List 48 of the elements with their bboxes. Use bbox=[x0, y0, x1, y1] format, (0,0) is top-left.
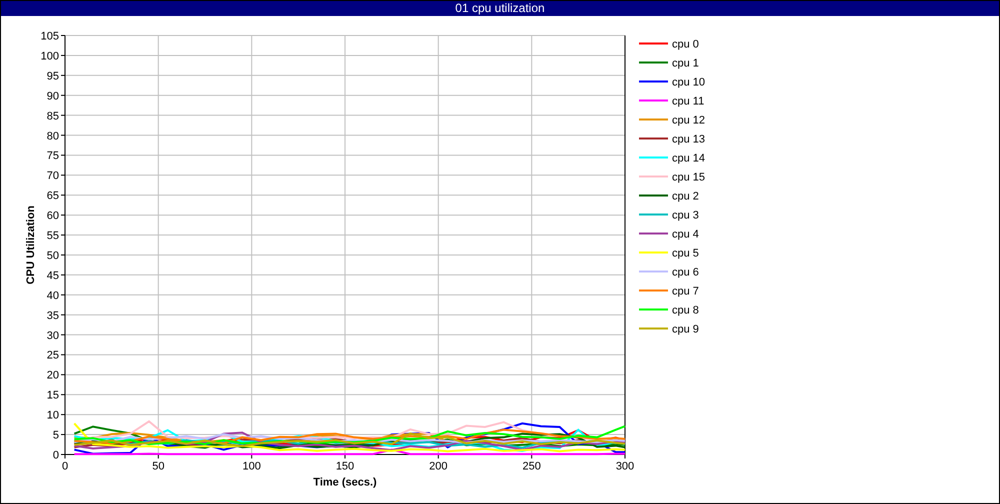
legend-label: cpu 13 bbox=[672, 134, 706, 146]
y-tick-label: 10 bbox=[46, 410, 59, 422]
y-tick-label: 35 bbox=[46, 310, 59, 322]
y-tick-label: 75 bbox=[46, 150, 59, 162]
legend-label: cpu 4 bbox=[672, 228, 699, 240]
y-tick-label: 0 bbox=[52, 450, 59, 462]
y-tick-label: 30 bbox=[46, 330, 59, 342]
legend-label: cpu 14 bbox=[672, 152, 706, 164]
y-axis-label: CPU Utilization bbox=[25, 206, 37, 284]
y-tick-label: 5 bbox=[52, 430, 59, 442]
x-tick-label: 150 bbox=[336, 460, 354, 472]
legend-label: cpu 1 bbox=[672, 58, 699, 70]
y-tick-label: 15 bbox=[46, 390, 59, 402]
y-tick-label: 25 bbox=[46, 350, 59, 362]
y-tick-label: 20 bbox=[46, 370, 59, 382]
legend-label: cpu 8 bbox=[672, 304, 699, 316]
x-tick-label: 100 bbox=[242, 460, 261, 472]
y-tick-label: 105 bbox=[40, 30, 59, 42]
y-tick-label: 60 bbox=[46, 210, 59, 222]
y-tick-label: 95 bbox=[46, 70, 59, 82]
legend-label: cpu 0 bbox=[672, 38, 699, 50]
legend-label: cpu 6 bbox=[672, 266, 699, 278]
x-tick-label: 0 bbox=[62, 460, 68, 472]
legend-label: cpu 5 bbox=[672, 248, 699, 260]
y-tick-label: 40 bbox=[46, 290, 59, 302]
legend-label: cpu 11 bbox=[672, 96, 704, 108]
legend-label: cpu 12 bbox=[672, 114, 706, 126]
x-axis-label: Time (secs.) bbox=[313, 476, 377, 488]
x-tick-label: 50 bbox=[152, 460, 164, 472]
y-tick-label: 55 bbox=[46, 230, 59, 242]
x-tick-label: 200 bbox=[429, 460, 448, 472]
legend-label: cpu 2 bbox=[672, 190, 699, 202]
y-tick-label: 85 bbox=[46, 110, 59, 122]
y-tick-label: 50 bbox=[46, 250, 59, 262]
y-tick-label: 45 bbox=[46, 270, 59, 282]
legend-label: cpu 7 bbox=[672, 286, 699, 298]
chart-title: 01 cpu utilization bbox=[1, 1, 999, 16]
legend-label: cpu 9 bbox=[672, 324, 699, 336]
legend-label: cpu 3 bbox=[672, 210, 699, 222]
y-tick-label: 70 bbox=[46, 170, 59, 182]
y-tick-label: 65 bbox=[46, 190, 59, 202]
y-tick-label: 100 bbox=[40, 50, 59, 62]
x-tick-label: 300 bbox=[616, 460, 634, 472]
legend-label: cpu 15 bbox=[672, 172, 706, 184]
x-tick-label: 250 bbox=[522, 460, 541, 472]
legend-label: cpu 10 bbox=[672, 76, 706, 88]
y-tick-label: 90 bbox=[46, 90, 59, 102]
y-tick-label: 80 bbox=[46, 130, 59, 142]
